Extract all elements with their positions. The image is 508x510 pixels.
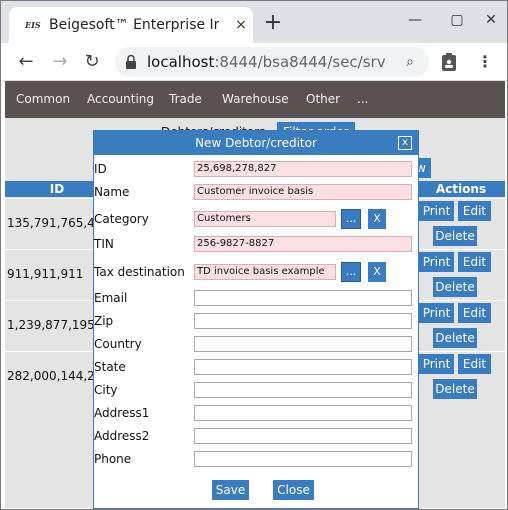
menu-accounting[interactable]: Accounting [87, 81, 154, 118]
email-label: Email [94, 291, 128, 305]
address1-field[interactable] [194, 405, 412, 421]
city-field[interactable] [194, 382, 412, 398]
print-button[interactable]: Print [419, 201, 454, 221]
country-label: Country [94, 337, 142, 351]
clipboard-icon[interactable] [441, 53, 457, 71]
menu-warehouse[interactable]: Warehouse [222, 81, 289, 118]
country-field[interactable] [194, 336, 412, 352]
browser-toolbar: ← → ↻ localhost:8444/bsa8444/sec/srv# ⌕ … [1, 43, 507, 81]
state-field[interactable] [194, 359, 412, 375]
favicon-icon: EIS [25, 20, 41, 30]
close-window-icon[interactable]: ✕ [481, 10, 501, 30]
dialog-title: New Debtor/creditor [195, 136, 317, 150]
url-path: :8444/bsa8444/sec/srv# [214, 53, 387, 71]
lock-icon [126, 54, 136, 69]
phone-label: Phone [94, 452, 132, 466]
new-tab-button[interactable]: + [263, 12, 283, 34]
city-label: City [94, 383, 118, 397]
browser-tab[interactable]: EIS Beigesoft™ Enterprise Info × [9, 7, 253, 43]
close-button[interactable]: Close [273, 480, 314, 500]
tin-field[interactable]: 256-9827-8827 [194, 236, 412, 252]
dialog-header: New Debtor/creditor x [94, 131, 418, 155]
delete-button[interactable]: Delete [433, 379, 477, 399]
edit-button[interactable]: Edit [458, 303, 491, 323]
zip-label: Zip [94, 314, 114, 328]
tab-close-icon[interactable]: × [233, 17, 249, 33]
menu-more[interactable]: ... [357, 81, 368, 118]
menu-other[interactable]: Other [306, 81, 340, 118]
category-pick-button[interactable]: ... [341, 209, 361, 229]
address2-field[interactable] [194, 428, 412, 444]
edit-button[interactable]: Edit [458, 354, 491, 374]
tax-destination-label: Tax destination [94, 265, 185, 279]
browser-window: EIS Beigesoft™ Enterprise Info × + — ▢ ✕… [0, 0, 508, 510]
save-button[interactable]: Save [212, 480, 249, 500]
address1-label: Address1 [94, 406, 150, 420]
name-label: Name [94, 185, 130, 199]
tab-strip: EIS Beigesoft™ Enterprise Info × + — ▢ ✕ [1, 1, 507, 43]
print-button[interactable]: Print [419, 354, 454, 374]
address2-label: Address2 [94, 429, 150, 443]
zip-field[interactable] [194, 313, 412, 329]
name-field[interactable]: Customer invoice basis [194, 184, 412, 200]
tab-title: Beigesoft™ Enterprise Info [49, 17, 219, 33]
back-icon[interactable]: ← [15, 51, 37, 73]
dialog-close-icon[interactable]: x [398, 136, 412, 150]
edit-button[interactable]: Edit [458, 201, 491, 221]
row-id: 911,911,911 [7, 267, 84, 281]
new-debtor-creditor-dialog: New Debtor/creditor x ID 25,698,278,827 … [93, 130, 419, 509]
row-id: 1,239,877,195 [7, 318, 93, 332]
category-clear-button[interactable]: X [368, 209, 386, 229]
minimize-icon[interactable]: — [405, 10, 425, 30]
url-host: localhost [147, 53, 215, 71]
id-field[interactable]: 25,698,278,827 [194, 161, 412, 177]
maximize-icon[interactable]: ▢ [447, 10, 467, 30]
menu-common[interactable]: Common [16, 81, 70, 118]
tax-destination-field[interactable]: TD invoice basis example [194, 264, 336, 280]
print-button[interactable]: Print [419, 303, 454, 323]
menu-trade[interactable]: Trade [169, 81, 202, 118]
phone-field[interactable] [194, 451, 412, 467]
tin-label: TIN [94, 237, 114, 251]
delete-button[interactable]: Delete [433, 328, 477, 348]
tax-destination-pick-button[interactable]: ... [341, 262, 361, 282]
tax-destination-clear-button[interactable]: X [368, 262, 386, 282]
print-button[interactable]: Print [419, 252, 454, 272]
zoom-icon[interactable]: ⌕ [401, 53, 419, 71]
row-id: 282,000,144,23 [7, 369, 93, 383]
browser-menu-icon[interactable]: ⋮ [477, 51, 493, 73]
delete-button[interactable]: Delete [433, 277, 477, 297]
url-text[interactable]: localhost:8444/bsa8444/sec/srv# [147, 53, 387, 71]
reload-icon[interactable]: ↻ [81, 51, 103, 73]
state-label: State [94, 360, 126, 374]
column-header-actions: Actions [417, 181, 505, 197]
id-label: ID [94, 162, 107, 176]
app-menu-bar: Common Accounting Trade Warehouse Other … [5, 81, 505, 118]
delete-button[interactable]: Delete [433, 226, 477, 246]
forward-icon[interactable]: → [49, 51, 71, 73]
email-field[interactable] [194, 290, 412, 306]
category-label: Category [94, 212, 149, 226]
category-field[interactable]: Customers [194, 211, 336, 227]
edit-button[interactable]: Edit [458, 252, 491, 272]
address-bar[interactable]: localhost:8444/bsa8444/sec/srv# ⌕ [115, 47, 429, 77]
row-id: 135,791,765,44 [7, 216, 93, 230]
